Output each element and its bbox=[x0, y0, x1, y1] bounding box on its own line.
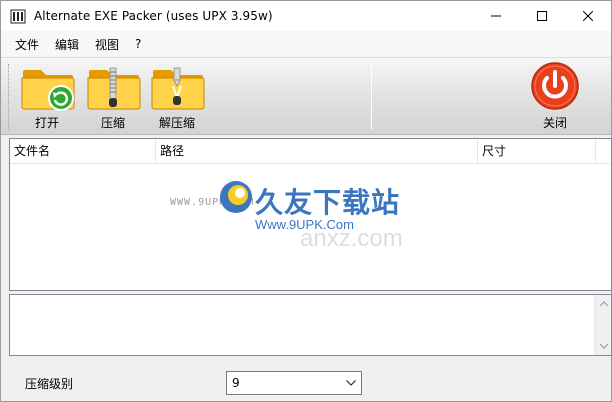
menu-file[interactable]: 文件 bbox=[15, 36, 39, 53]
compression-level-select[interactable]: 9 bbox=[226, 371, 362, 395]
compression-level-label: 压缩级别 bbox=[25, 377, 74, 391]
chevron-down-icon bbox=[346, 380, 356, 386]
open-folder-icon bbox=[21, 70, 75, 111]
app-icon bbox=[10, 9, 26, 24]
title-bar[interactable]: Alternate EXE Packer (uses UPX 3.95w) bbox=[1, 1, 611, 31]
open-label: 打开 bbox=[34, 116, 59, 130]
maximize-icon bbox=[537, 11, 547, 21]
scroll-down-button[interactable] bbox=[595, 338, 612, 355]
decompress-button[interactable]: 解压缩 bbox=[149, 60, 205, 131]
unzip-folder-icon bbox=[151, 67, 205, 110]
zip-folder-icon bbox=[87, 67, 141, 110]
column-header-filename[interactable]: 文件名 bbox=[10, 139, 156, 164]
minimize-button[interactable] bbox=[473, 1, 519, 31]
list-header: 文件名 路径 尺寸 bbox=[10, 139, 611, 164]
file-list[interactable]: 文件名 路径 尺寸 WWW.9UPK.COM 久友下载站 Www.9UPK.Co… bbox=[9, 138, 612, 291]
toolbar-grip[interactable] bbox=[8, 64, 11, 130]
log-scrollbar[interactable] bbox=[594, 295, 611, 355]
close-label: 关闭 bbox=[542, 116, 567, 130]
decompress-label: 解压缩 bbox=[158, 116, 195, 130]
log-textarea[interactable] bbox=[9, 294, 612, 356]
compression-level-value: 9 bbox=[232, 376, 240, 390]
column-header-path[interactable]: 路径 bbox=[156, 139, 478, 164]
close-app-button[interactable]: 关闭 bbox=[527, 60, 583, 131]
dropdown-arrow[interactable] bbox=[341, 372, 361, 394]
watermark: WWW.9UPK.COM 久友下载站 Www.9UPK.Com anxz.com bbox=[170, 177, 470, 267]
compress-button[interactable]: 压缩 bbox=[85, 60, 141, 131]
toolbar: 打开 压缩 解压缩 关闭 bbox=[1, 57, 611, 135]
chevron-down-icon bbox=[599, 344, 608, 349]
column-header-size[interactable]: 尺寸 bbox=[478, 139, 596, 164]
chevron-up-icon bbox=[599, 301, 608, 306]
open-button[interactable]: 打开 bbox=[19, 60, 75, 131]
close-window-button[interactable] bbox=[565, 1, 611, 31]
menu-view[interactable]: 视图 bbox=[95, 36, 119, 53]
watermark-title: 久友下载站 bbox=[255, 186, 401, 219]
menu-edit[interactable]: 编辑 bbox=[55, 36, 79, 53]
scroll-up-button[interactable] bbox=[595, 295, 612, 312]
maximize-button[interactable] bbox=[519, 1, 565, 31]
app-window: Alternate EXE Packer (uses UPX 3.95w) 文件… bbox=[0, 0, 612, 402]
power-icon bbox=[531, 62, 579, 110]
compress-label: 压缩 bbox=[100, 116, 125, 130]
window-title: Alternate EXE Packer (uses UPX 3.95w) bbox=[34, 9, 273, 23]
close-icon bbox=[583, 11, 593, 21]
toolbar-separator bbox=[371, 64, 372, 130]
menu-bar: 文件 编辑 视图 ? bbox=[1, 31, 611, 57]
watermark-faint-text: anxz.com bbox=[300, 225, 403, 252]
minimize-icon bbox=[491, 15, 501, 17]
menu-help[interactable]: ? bbox=[135, 37, 141, 51]
watermark-logo-icon bbox=[220, 181, 252, 213]
